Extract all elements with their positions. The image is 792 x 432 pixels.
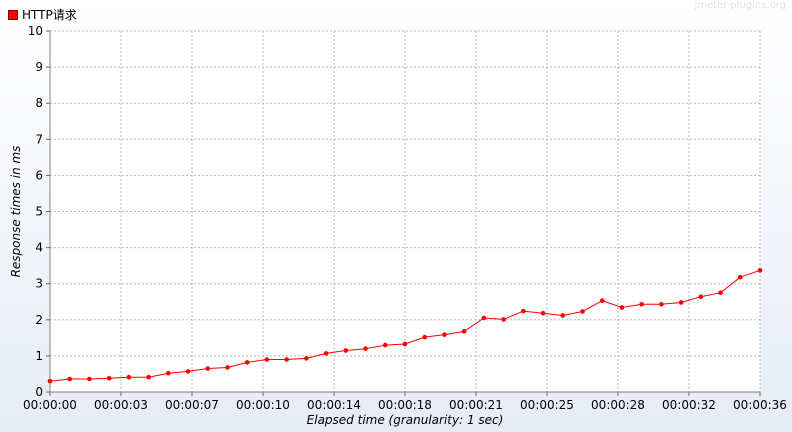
y-tick-label: 4 bbox=[35, 241, 43, 255]
data-point bbox=[521, 308, 526, 314]
data-point bbox=[284, 357, 289, 362]
y-tick-label: 3 bbox=[35, 277, 43, 291]
data-point bbox=[422, 334, 428, 340]
data-point bbox=[540, 311, 546, 316]
data-point bbox=[442, 332, 447, 337]
x-tick-label: 00:00:03 bbox=[94, 398, 148, 412]
data-point bbox=[678, 300, 684, 305]
data-point bbox=[67, 376, 73, 382]
y-tick-label: 7 bbox=[35, 132, 43, 146]
data-point bbox=[146, 374, 151, 380]
x-tick-label: 00:00:28 bbox=[591, 398, 645, 412]
x-tick-label: 00:00:07 bbox=[165, 398, 219, 412]
x-tick-label: 00:00:21 bbox=[449, 398, 503, 412]
x-tick-label: 00:00:00 bbox=[23, 398, 77, 412]
data-point bbox=[737, 274, 743, 280]
data-point bbox=[185, 369, 191, 374]
data-point bbox=[698, 294, 704, 299]
y-tick-label: 9 bbox=[35, 60, 43, 74]
x-tick-label: 00:00:32 bbox=[662, 398, 716, 412]
data-point bbox=[363, 346, 368, 351]
data-point bbox=[580, 309, 585, 314]
data-point bbox=[599, 298, 605, 303]
x-tick-label: 00:00:14 bbox=[307, 398, 361, 412]
data-point bbox=[87, 376, 92, 382]
data-point bbox=[304, 356, 309, 361]
y-tick-label: 5 bbox=[35, 205, 43, 219]
data-point bbox=[323, 351, 329, 356]
data-point bbox=[106, 375, 112, 381]
x-tick-label: 00:00:10 bbox=[236, 398, 290, 412]
data-point bbox=[402, 341, 408, 347]
data-point bbox=[481, 315, 487, 321]
data-point bbox=[382, 342, 388, 348]
data-point bbox=[639, 301, 644, 307]
y-axis-title: Response times in ms bbox=[9, 146, 23, 278]
data-point bbox=[501, 317, 506, 322]
response-time-chart: 0 1 2 3 4 5 6 7 8 9 10 00:00:00 00:00:03 00:00:07 00:0… bbox=[9, 24, 787, 427]
y-tick-label: 0 bbox=[35, 385, 43, 399]
y-tick-label: 6 bbox=[35, 168, 43, 182]
x-tick-label: 00:00:25 bbox=[520, 398, 574, 412]
x-axis-title: Elapsed time (granularity: 1 sec) bbox=[307, 413, 504, 427]
y-tick-label: 10 bbox=[28, 24, 43, 38]
data-point bbox=[461, 329, 467, 334]
data-point bbox=[264, 357, 270, 362]
data-point bbox=[659, 301, 664, 307]
y-tick-label: 2 bbox=[35, 313, 43, 327]
x-tick-label: 00:00:18 bbox=[378, 398, 432, 412]
data-point bbox=[343, 348, 349, 353]
data-point bbox=[225, 365, 230, 370]
x-tick-label: 00:00:36 bbox=[733, 398, 787, 412]
data-point bbox=[718, 290, 723, 296]
data-point bbox=[757, 268, 763, 273]
y-tick-label: 1 bbox=[35, 349, 43, 363]
y-tick-label: 8 bbox=[35, 96, 43, 110]
data-point bbox=[47, 378, 53, 384]
data-point bbox=[205, 366, 211, 371]
data-point bbox=[560, 313, 566, 318]
data-point bbox=[166, 370, 171, 376]
data-point bbox=[619, 305, 625, 310]
data-point bbox=[126, 374, 132, 380]
data-point bbox=[244, 360, 250, 365]
